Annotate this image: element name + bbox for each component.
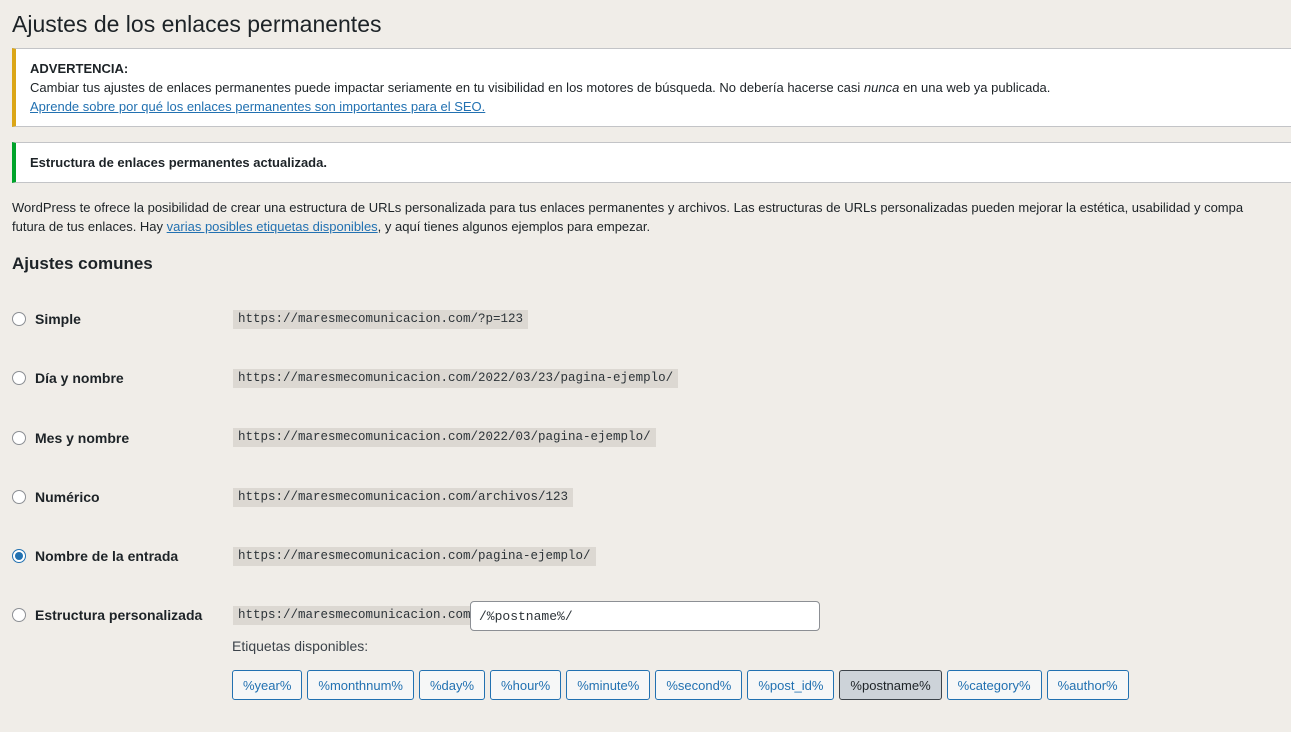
option-month-name[interactable]: Mes y nombre — [12, 426, 129, 450]
success-notice: Estructura de enlaces permanentes actual… — [12, 142, 1291, 183]
option-label: Numérico — [35, 489, 100, 505]
tag-button-year[interactable]: %year% — [232, 670, 303, 700]
radio-numeric[interactable] — [12, 490, 26, 504]
radio-simple[interactable] — [12, 312, 26, 326]
tag-button-author[interactable]: %author% — [1046, 670, 1129, 700]
option-label: Estructura personalizada — [35, 607, 203, 623]
permalink-settings-page: Ajustes de los enlaces permanentes ADVER… — [0, 0, 1291, 732]
warning-notice: ADVERTENCIA: Cambiar tus ajustes de enla… — [12, 48, 1291, 127]
option-day-name[interactable]: Día y nombre — [12, 366, 124, 390]
tag-button-post-id[interactable]: %post_id% — [747, 670, 835, 700]
radio-selected-dot — [15, 552, 23, 560]
url-example-post-name: https://maresmecomunicacion.com/pagina-e… — [233, 547, 596, 566]
warning-text: Cambiar tus ajustes de enlaces permanent… — [30, 80, 1051, 95]
option-label: Simple — [35, 311, 81, 327]
tag-button-hour[interactable]: %hour% — [490, 670, 562, 700]
available-tags-link[interactable]: varias posibles etiquetas disponibles — [167, 219, 378, 234]
url-prefix-custom: https://maresmecomunicacion.com — [233, 606, 476, 625]
available-tags: %year% %monthnum% %day% %hour% %minute% … — [232, 670, 1129, 700]
tag-button-category[interactable]: %category% — [946, 670, 1042, 700]
seo-learn-more-link[interactable]: Aprende sobre por qué los enlaces perman… — [30, 99, 485, 114]
page-title: Ajustes de los enlaces permanentes — [12, 11, 382, 37]
radio-month-name[interactable] — [12, 431, 26, 445]
tag-button-postname[interactable]: %postname% — [839, 670, 942, 700]
option-simple[interactable]: Simple — [12, 307, 81, 331]
radio-custom-structure[interactable] — [12, 608, 26, 622]
custom-structure-input[interactable] — [470, 601, 820, 631]
option-label: Día y nombre — [35, 370, 124, 386]
url-example-day-name: https://maresmecomunicacion.com/2022/03/… — [233, 369, 679, 388]
option-post-name[interactable]: Nombre de la entrada — [12, 544, 178, 568]
option-label: Nombre de la entrada — [35, 548, 179, 564]
radio-day-name[interactable] — [12, 371, 26, 385]
url-example-numeric: https://maresmecomunicacion.com/archivos… — [233, 488, 574, 507]
url-example-month-name: https://maresmecomunicacion.com/2022/03/… — [233, 428, 656, 447]
tag-button-minute[interactable]: %minute% — [566, 670, 651, 700]
section-title: Ajustes comunes — [12, 254, 153, 273]
success-text: Estructura de enlaces permanentes actual… — [30, 155, 327, 170]
option-custom-structure[interactable]: Estructura personalizada — [12, 603, 202, 627]
option-numeric[interactable]: Numérico — [12, 485, 100, 509]
available-tags-label: Etiquetas disponibles: — [232, 638, 369, 654]
radio-post-name[interactable] — [12, 549, 26, 563]
tag-button-monthnum[interactable]: %monthnum% — [307, 670, 414, 700]
warning-heading: ADVERTENCIA: — [30, 61, 129, 76]
option-label: Mes y nombre — [35, 430, 130, 446]
tag-button-day[interactable]: %day% — [418, 670, 486, 700]
intro-text: WordPress te ofrece la posibilidad de cr… — [12, 200, 1244, 234]
url-example-simple: https://maresmecomunicacion.com/?p=123 — [233, 310, 529, 329]
tag-button-second[interactable]: %second% — [655, 670, 743, 700]
